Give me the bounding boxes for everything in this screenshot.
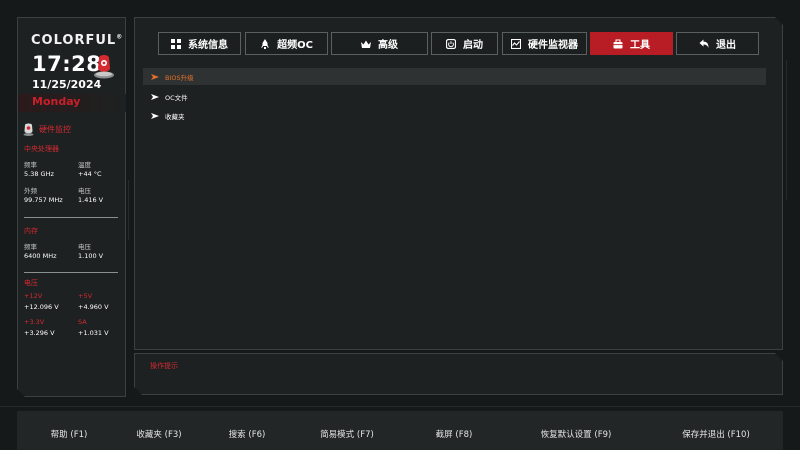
cpu-temp-value: +44 °C: [78, 170, 102, 178]
clock-date: 11/25/2024: [32, 78, 102, 91]
cpu-freq-value: 5.38 GHz: [24, 170, 54, 178]
tab-label: 硬件监视器: [528, 40, 578, 51]
brand-logo: COLORFUL®: [31, 33, 123, 48]
cpu-section-title: 中央处理器: [24, 145, 59, 153]
brand-name: COLORFUL: [31, 33, 117, 48]
voltage-sa-value: +1.031 V: [78, 329, 109, 337]
arrow-right-icon: [151, 73, 159, 80]
tab-label: 系统信息: [188, 40, 228, 51]
memory-volt-label: 电压: [78, 243, 91, 251]
background-line: [0, 406, 800, 407]
memory-section-title: 内存: [24, 227, 38, 235]
menu-item-label: BIOS升级: [165, 73, 194, 82]
mascot-icon: [93, 54, 115, 80]
arrow-right-icon: [151, 112, 159, 119]
voltage-sa-label: SA: [78, 318, 87, 326]
voltage-section-title: 电压: [24, 279, 38, 287]
menu-item-bios-update[interactable]: BIOS升级: [143, 68, 766, 85]
clock-time: 17:28: [32, 52, 102, 76]
tab-system-info[interactable]: 系统信息: [158, 32, 241, 55]
cpu-ext-freq-label: 外频: [24, 187, 37, 195]
background-line: [786, 60, 787, 200]
tab-tools[interactable]: 工具: [590, 32, 673, 55]
voltage-5v-value: +4.960 V: [78, 303, 109, 311]
hint-title: 操作提示: [150, 362, 178, 370]
grid-icon: [171, 38, 181, 49]
crown-icon: [361, 40, 371, 48]
tab-hardware-monitor[interactable]: 硬件监视器: [502, 32, 587, 55]
main-panel: [134, 17, 783, 350]
load-defaults-button[interactable]: 恢复默认设置 (F9): [541, 428, 612, 440]
search-button[interactable]: 搜索 (F6): [229, 428, 266, 440]
mascot-small-icon: [23, 123, 34, 136]
toolbox-icon: [613, 39, 623, 48]
tab-label: 退出: [716, 40, 736, 51]
screenshot-button[interactable]: 截屏 (F8): [436, 428, 473, 440]
voltage-3v3-value: +3.296 V: [24, 329, 55, 337]
power-icon: [446, 38, 456, 49]
hardware-monitor-header: 硬件监控: [23, 122, 71, 136]
brand-mark: ®: [116, 33, 124, 41]
divider: [24, 272, 118, 273]
memory-volt-value: 1.100 V: [78, 252, 104, 260]
tab-boot[interactable]: 启动: [431, 32, 498, 55]
rocket-icon: [261, 38, 270, 49]
menu-item-label: OC文件: [165, 93, 188, 102]
voltage-12v-label: +12V: [24, 292, 43, 300]
hardware-monitor-title: 硬件监控: [39, 124, 71, 134]
menu-item-oc-profile[interactable]: OC文件: [143, 88, 766, 105]
favorites-button[interactable]: 收藏夹 (F3): [136, 428, 181, 440]
help-button[interactable]: 帮助 (F1): [51, 428, 88, 440]
voltage-5v-label: +5V: [78, 292, 93, 300]
save-exit-button[interactable]: 保存并退出 (F10): [682, 428, 750, 440]
cpu-volt-label: 电压: [78, 187, 91, 195]
easy-mode-button[interactable]: 简易模式 (F7): [320, 428, 374, 440]
tab-exit[interactable]: 退出: [676, 32, 759, 55]
sidebar: COLORFUL® 17:28 11/25/2024 Monday 硬件监控 中…: [17, 17, 126, 397]
cpu-temp-label: 温度: [78, 161, 91, 169]
tab-label: 启动: [463, 40, 483, 51]
arrow-right-icon: [151, 93, 159, 100]
menu-item-favorites[interactable]: 收藏夹: [143, 107, 766, 124]
background-line: [128, 180, 129, 240]
memory-freq-value: 6400 MHz: [24, 252, 57, 260]
hint-panel: 操作提示: [134, 353, 783, 395]
function-key-bar: 帮助 (F1) 收藏夹 (F3) 搜索 (F6) 简易模式 (F7) 截屏 (F…: [17, 411, 783, 450]
menu-item-label: 收藏夹: [165, 112, 185, 121]
clock-weekday: Monday: [32, 95, 81, 108]
tab-overclock[interactable]: 超频OC: [245, 32, 328, 55]
back-arrow-icon: [699, 39, 709, 48]
monitor-chart-icon: [511, 38, 521, 49]
voltage-3v3-label: +3.3V: [24, 318, 45, 326]
tab-label: 工具: [630, 40, 650, 51]
tab-label: 超频OC: [277, 40, 313, 51]
tab-advanced[interactable]: 高级: [331, 32, 428, 55]
cpu-volt-value: 1.416 V: [78, 196, 104, 204]
tab-label: 高级: [378, 40, 398, 51]
voltage-12v-value: +12.096 V: [24, 303, 59, 311]
divider: [24, 217, 118, 218]
cpu-freq-label: 频率: [24, 161, 37, 169]
cpu-ext-freq-value: 99.757 MHz: [24, 196, 63, 204]
memory-freq-label: 频率: [24, 243, 37, 251]
